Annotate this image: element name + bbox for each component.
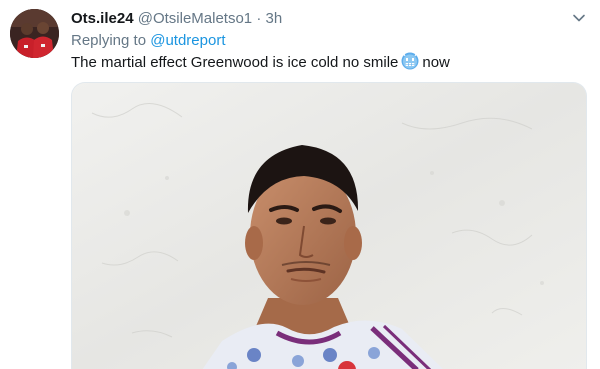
photo-image [72,83,586,369]
tweet-text: The martial effect Greenwood is ice cold… [71,52,450,73]
tweet-text-part-2: now [422,54,450,71]
separator-dot: · [256,10,262,27]
chevron-down-icon[interactable] [571,10,587,26]
tweet-photo[interactable] [71,82,587,369]
timestamp[interactable]: 3h [266,10,283,27]
tweet-text-part-1: The martial effect Greenwood is ice cold… [71,54,399,71]
user-handle[interactable]: @OtsileMaletso1 [138,10,252,27]
avatar[interactable] [10,9,59,58]
tweet-header: Ots.ile24 @OtsileMaletso1 · 3h [71,9,282,29]
display-name[interactable]: Ots.ile24 [71,10,134,27]
reply-mention-link[interactable]: @utdreport [150,32,225,49]
replying-prefix: Replying to [71,32,147,49]
avatar-image [10,9,59,58]
replying-to: Replying to @utdreport [71,31,225,51]
tweet-card[interactable]: Ots.ile24 @OtsileMaletso1 · 3h Replying … [0,0,600,369]
cold-face-icon [401,52,419,70]
